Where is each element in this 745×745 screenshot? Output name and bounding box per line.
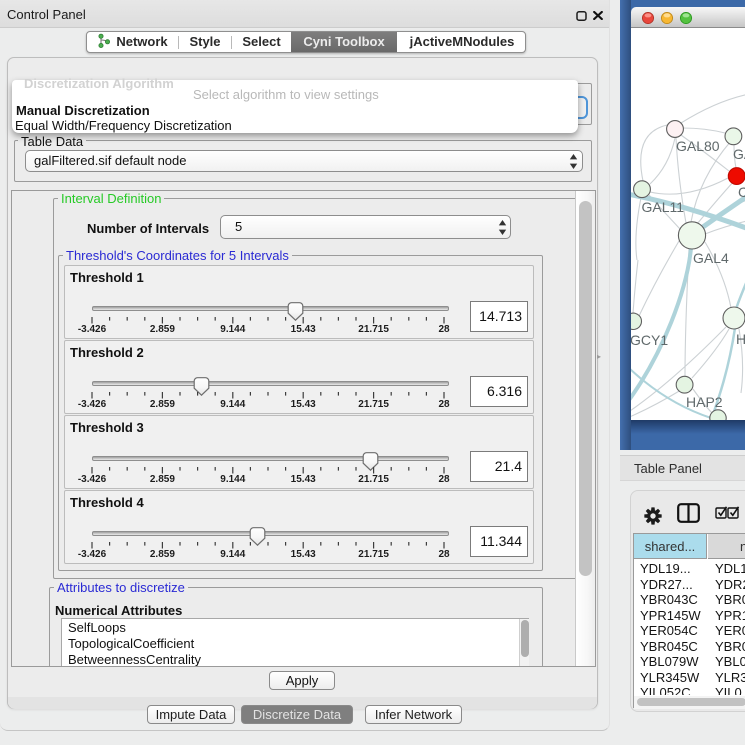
- svg-text:GAL4: GAL4: [693, 250, 729, 266]
- svg-text:HAP2: HAP2: [686, 394, 723, 410]
- svg-text:GA: GA: [733, 146, 745, 162]
- svg-text:GAL11: GAL11: [642, 199, 685, 215]
- svg-text:C: C: [738, 184, 745, 200]
- svg-text:H: H: [736, 331, 745, 347]
- svg-text:GAL80: GAL80: [676, 138, 720, 154]
- svg-text:GCY1: GCY1: [631, 332, 668, 348]
